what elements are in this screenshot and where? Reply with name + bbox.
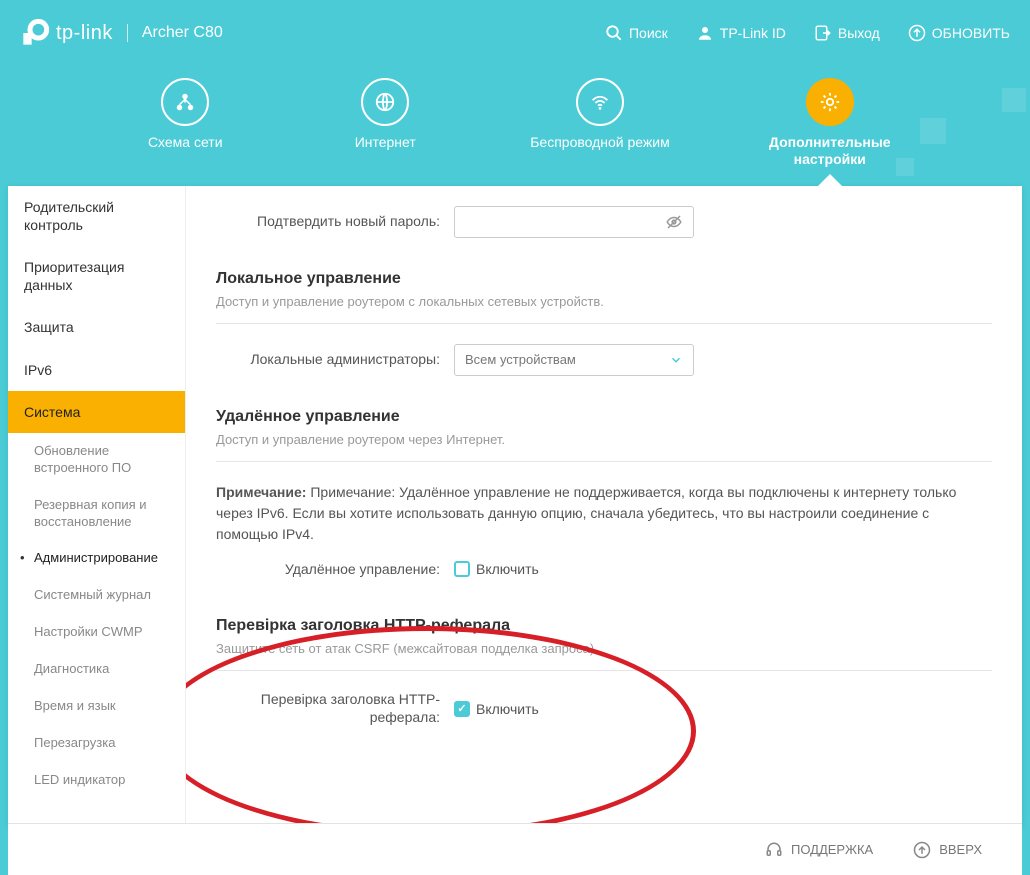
sub-admin[interactable]: Администрирование: [8, 540, 185, 577]
local-admins-select[interactable]: Всем устройствам: [454, 344, 694, 376]
logout-link[interactable]: Выход: [814, 24, 880, 42]
referer-checkbox[interactable]: [454, 701, 470, 717]
sidebar-item-system[interactable]: Система: [8, 391, 185, 433]
deco-square: [920, 118, 946, 144]
remote-mgmt-label: Удалённое управление:: [216, 561, 454, 578]
sidebar-item-qos[interactable]: Приоритезация данных: [8, 246, 185, 306]
sidebar: Родительский контроль Приоритезация данн…: [8, 186, 186, 826]
sub-diag[interactable]: Диагностика: [8, 651, 185, 688]
local-mgmt-title: Локальное управление: [216, 270, 992, 288]
network-icon: [161, 78, 209, 126]
sub-time[interactable]: Время и язык: [8, 688, 185, 725]
remote-mgmt-notice: Примечание: Примечание: Удалённое управл…: [216, 482, 992, 545]
content-area: Подтвердить новый пароль: Локальное упра…: [186, 186, 1022, 826]
referer-label: Перевірка заголовка HTTP-реферала:: [216, 691, 454, 726]
main-nav: Схема сети Интернет Беспроводной режим Д…: [0, 78, 1030, 168]
remote-mgmt-enable-label: Включить: [476, 561, 539, 577]
search-label: Поиск: [629, 25, 668, 41]
brand-logo: tp-link: [20, 18, 113, 48]
main-panel: Родительский контроль Приоритезация данн…: [8, 186, 1022, 826]
remote-mgmt-desc: Доступ и управление роутером через Интер…: [216, 432, 992, 462]
remote-mgmt-row: Удалённое управление: Включить: [216, 561, 992, 578]
sidebar-item-parental[interactable]: Родительский контроль: [8, 186, 185, 246]
brand-logo-text: tp-link: [56, 22, 113, 45]
update-icon: [908, 24, 926, 42]
up-label: ВВЕРХ: [939, 842, 982, 857]
tplink-logo-icon: [20, 18, 50, 48]
nav-internet[interactable]: Интернет: [330, 78, 440, 168]
remote-mgmt-title: Удалённое управление: [216, 408, 992, 426]
search-link[interactable]: Поиск: [605, 24, 668, 42]
model-name: Archer C80: [127, 24, 223, 42]
sub-firmware[interactable]: Обновление встроенного ПО: [8, 433, 185, 487]
notice-bold: Примечание:: [216, 484, 306, 500]
local-mgmt-desc: Доступ и управление роутером с локальных…: [216, 294, 992, 324]
notice-text: Примечание: Удалённое управление не подд…: [216, 484, 956, 542]
nav-network-label: Схема сети: [148, 134, 223, 151]
brand: tp-link Archer C80: [20, 18, 223, 48]
nav-network[interactable]: Схема сети: [130, 78, 240, 168]
tplink-id-link[interactable]: TP-Link ID: [696, 24, 786, 42]
referer-row: Перевірка заголовка HTTP-реферала: Включ…: [216, 691, 992, 726]
remote-mgmt-checkbox[interactable]: [454, 561, 470, 577]
sub-reboot[interactable]: Перезагрузка: [8, 725, 185, 762]
referer-enable-label: Включить: [476, 701, 539, 717]
deco-square: [1002, 88, 1026, 112]
tplink-id-label: TP-Link ID: [720, 25, 786, 41]
footer: ПОДДЕРЖКА ВВЕРХ: [8, 823, 1022, 875]
sub-led[interactable]: LED индикатор: [8, 762, 185, 799]
topbar: tp-link Archer C80 Поиск TP-Link ID Выхо…: [0, 0, 1030, 48]
confirm-password-label: Подтвердить новый пароль:: [216, 213, 454, 230]
logout-icon: [814, 24, 832, 42]
user-icon: [696, 24, 714, 42]
referer-desc: Защитите сеть от атак CSRF (межсайтовая …: [216, 641, 992, 671]
nav-wireless-label: Беспроводной режим: [530, 134, 670, 151]
update-link[interactable]: ОБНОВИТЬ: [908, 24, 1010, 42]
support-label: ПОДДЕРЖКА: [791, 842, 873, 857]
globe-icon: [361, 78, 409, 126]
arrow-up-icon: [913, 841, 931, 859]
support-button[interactable]: ПОДДЕРЖКА: [765, 841, 873, 859]
nav-wireless[interactable]: Беспроводной режим: [530, 78, 670, 168]
sidebar-item-ipv6[interactable]: IPv6: [8, 349, 185, 391]
up-button[interactable]: ВВЕРХ: [913, 841, 982, 859]
wifi-icon: [576, 78, 624, 126]
sub-cwmp[interactable]: Настройки CWMP: [8, 614, 185, 651]
sub-syslog[interactable]: Системный журнал: [8, 577, 185, 614]
confirm-password-row: Подтвердить новый пароль:: [216, 206, 992, 238]
logout-label: Выход: [838, 25, 880, 41]
nav-advanced[interactable]: Дополнительные настройки: [760, 78, 900, 168]
nav-advanced-label: Дополнительные настройки: [760, 134, 900, 168]
local-admins-label: Локальные администраторы:: [216, 351, 454, 368]
search-icon: [605, 24, 623, 42]
local-admins-row: Локальные администраторы: Всем устройств…: [216, 344, 992, 376]
referer-title: Перевірка заголовка HTTP-реферала: [216, 617, 992, 635]
confirm-password-input[interactable]: [454, 206, 694, 238]
gear-icon: [806, 78, 854, 126]
eye-off-icon[interactable]: [665, 213, 683, 231]
headset-icon: [765, 841, 783, 859]
local-admins-value: Всем устройствам: [465, 352, 576, 367]
chevron-down-icon: [669, 353, 683, 367]
update-label: ОБНОВИТЬ: [932, 25, 1010, 41]
nav-internet-label: Интернет: [355, 134, 416, 151]
toplinks: Поиск TP-Link ID Выход ОБНОВИТЬ: [605, 24, 1010, 42]
sub-backup[interactable]: Резервная копия и восстановление: [8, 487, 185, 541]
sidebar-item-security[interactable]: Защита: [8, 306, 185, 348]
